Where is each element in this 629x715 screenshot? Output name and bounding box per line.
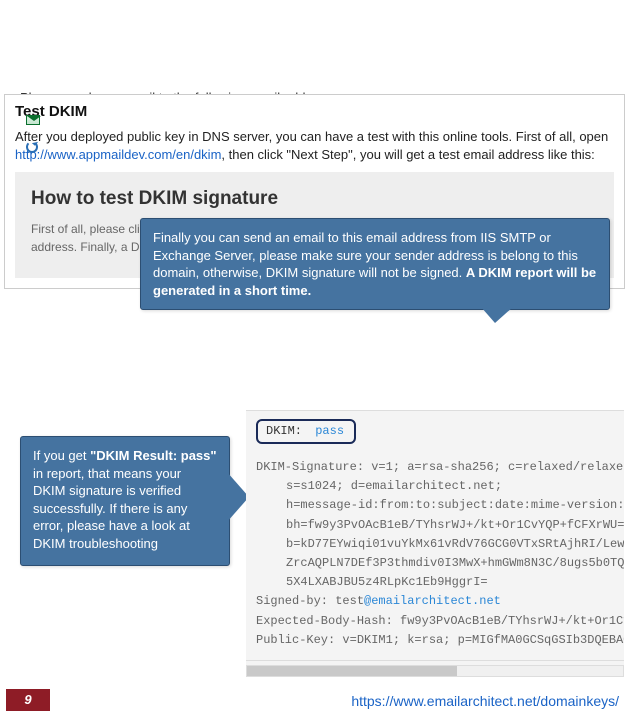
report-scrollbar[interactable] <box>246 665 624 677</box>
intro-paragraph: After you deployed public key in DNS ser… <box>15 128 614 164</box>
page-number-badge: 9 <box>6 689 50 711</box>
callout-top: Finally you can send an email to this em… <box>140 218 610 310</box>
dkim-value: pass <box>315 424 344 438</box>
sig-line-2: s=s1024; d=emailarchitect.net; <box>256 477 624 496</box>
signed-by-line: Signed-by: test@emailarchitect.net <box>256 592 624 611</box>
callout-left-t2: in report, that means your DKIM signatur… <box>33 466 190 551</box>
section-title: Test DKIM <box>15 103 614 120</box>
sig-line-7: 5X4LXABJBU5z4RLpKc1Eb9HggrI= <box>256 573 624 592</box>
dkim-label: DKIM: <box>266 424 302 438</box>
sig-line-6: ZrcAQPLN7DEf3P3thmdiv0I3MwX+hmGWm8N3C/8u… <box>256 554 624 573</box>
intro-text-before: After you deployed public key in DNS ser… <box>15 129 608 144</box>
sig-line-4: bh=fw9y3PvOAcB1eB/TYhsrWJ+/kt+Or1CvYQP+f… <box>256 516 624 535</box>
callout-left-t1: If you get <box>33 448 90 463</box>
footer-link[interactable]: https://www.emailarchitect.net/domainkey… <box>351 693 619 709</box>
expected-hash-line: Expected-Body-Hash: fw9y3PvOAcB1eB/TYhsr… <box>256 612 624 631</box>
dkim-pass-highlight: DKIM: pass <box>256 419 356 444</box>
dkim-report-box: DKIM: pass DKIM-Signature: v=1; a=rsa-sh… <box>246 410 624 665</box>
page-footer: 9 https://www.emailarchitect.net/domaink… <box>0 685 629 715</box>
callout-left-bold: "DKIM Result: pass" <box>90 448 216 463</box>
mail-icon <box>26 115 40 125</box>
sig-line-1: DKIM-Signature: v=1; a=rsa-sha256; c=rel… <box>256 458 624 477</box>
report-divider <box>246 660 624 661</box>
sig-line-5: b=kD77EYwiqi01vuYkMx61vRdV76GCG0VTxSRtAj… <box>256 535 624 554</box>
callout-left: If you get "DKIM Result: pass" in report… <box>20 436 230 566</box>
intro-link[interactable]: http://www.appmaildev.com/en/dkim <box>15 147 221 162</box>
refresh-icon <box>26 141 38 153</box>
intro-text-after: , then click "Next Step", you will get a… <box>221 147 594 162</box>
screenshot-heading: How to test DKIM signature <box>31 188 604 210</box>
scrollbar-thumb[interactable] <box>247 666 457 676</box>
sig-line-3: h=message-id:from:to:subject:date:mime-v… <box>256 496 624 515</box>
public-key-line: Public-Key: v=DKIM1; k=rsa; p=MIGfMA0GCS… <box>256 631 624 650</box>
